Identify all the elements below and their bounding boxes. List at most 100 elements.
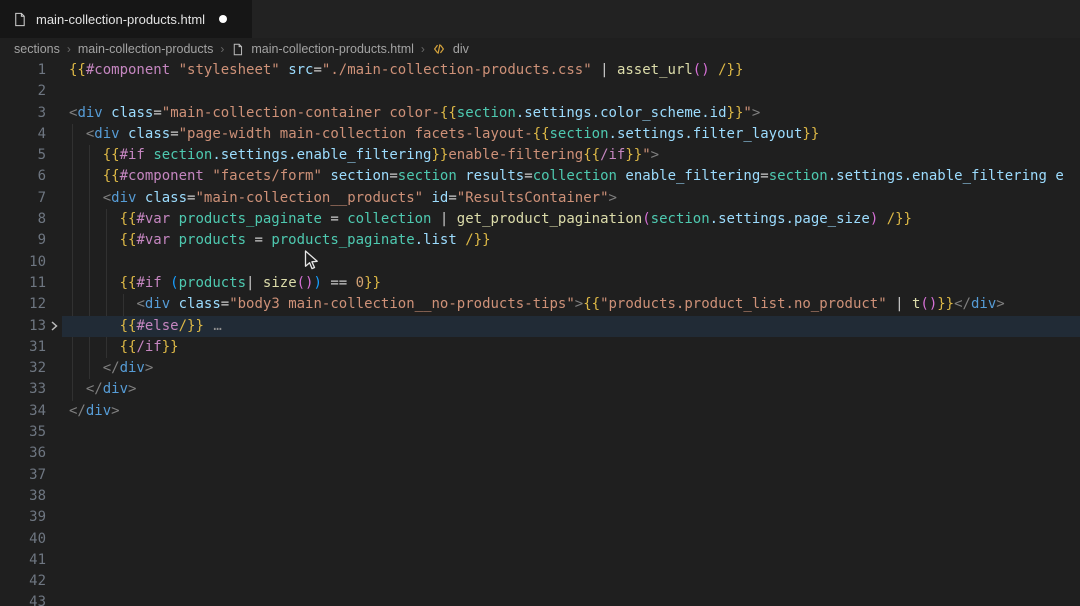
symbol-div-icon xyxy=(432,42,446,56)
code-editor[interactable]: 1 {{#component "stylesheet" src="./main-c… xyxy=(0,60,1080,606)
chevron-separator-icon: › xyxy=(420,42,426,56)
breadcrumb-item-folder[interactable]: main-collection-products xyxy=(78,42,213,56)
code-line[interactable]: {{#if section.settings.enable_filtering}… xyxy=(62,145,1080,166)
file-icon xyxy=(12,12,27,27)
editor-row: 6 {{#component "facets/form" section=sec… xyxy=(0,166,1080,187)
fold-gutter xyxy=(46,422,62,443)
code-line[interactable] xyxy=(62,81,1080,102)
fold-gutter xyxy=(46,358,62,379)
editor-row: 7 <div class="main-collection__products"… xyxy=(0,188,1080,209)
code-line[interactable] xyxy=(62,252,1080,273)
breadcrumb-item-div[interactable]: div xyxy=(453,42,469,56)
editor-row: 40 xyxy=(0,529,1080,550)
fold-chevron-icon[interactable] xyxy=(46,316,62,337)
line-number: 43 xyxy=(0,592,46,606)
fold-gutter xyxy=(46,103,62,124)
line-number: 32 xyxy=(0,358,46,379)
chevron-separator-icon: › xyxy=(219,42,225,56)
file-icon xyxy=(231,43,244,56)
fold-gutter xyxy=(46,166,62,187)
fold-gutter xyxy=(46,550,62,571)
line-number: 36 xyxy=(0,443,46,464)
line-number: 31 xyxy=(0,337,46,358)
line-number: 8 xyxy=(0,209,46,230)
line-number: 10 xyxy=(0,252,46,273)
line-number: 11 xyxy=(0,273,46,294)
fold-gutter xyxy=(46,294,62,315)
fold-gutter xyxy=(46,124,62,145)
code-line[interactable] xyxy=(62,550,1080,571)
code-line[interactable] xyxy=(62,443,1080,464)
code-line[interactable]: {{#component "stylesheet" src="./main-co… xyxy=(62,60,1080,81)
code-line[interactable]: <div class="main-collection-container co… xyxy=(62,103,1080,124)
editor-row: 35 xyxy=(0,422,1080,443)
line-number: 34 xyxy=(0,401,46,422)
modified-dot-icon[interactable] xyxy=(219,15,227,23)
fold-gutter xyxy=(46,252,62,273)
breadcrumb-item-sections[interactable]: sections xyxy=(14,42,60,56)
code-line[interactable] xyxy=(62,465,1080,486)
editor-row: 41 xyxy=(0,550,1080,571)
editor-row: 3<div class="main-collection-container c… xyxy=(0,103,1080,124)
code-line[interactable]: {{#if (products| size()) == 0}} xyxy=(62,273,1080,294)
fold-gutter xyxy=(46,401,62,422)
fold-gutter xyxy=(46,188,62,209)
editor-row: 43 xyxy=(0,592,1080,606)
fold-gutter xyxy=(46,571,62,592)
fold-gutter xyxy=(46,465,62,486)
line-number: 4 xyxy=(0,124,46,145)
code-line[interactable]: <div class="body3 main-collection__no-pr… xyxy=(62,294,1080,315)
fold-gutter xyxy=(46,273,62,294)
editor-row: 11 {{#if (products| size()) == 0}} xyxy=(0,273,1080,294)
code-line[interactable]: {{/if}} xyxy=(62,337,1080,358)
editor-row: 10 xyxy=(0,252,1080,273)
code-line[interactable] xyxy=(62,422,1080,443)
line-number: 5 xyxy=(0,145,46,166)
code-line[interactable]: </div> xyxy=(62,401,1080,422)
fold-gutter xyxy=(46,592,62,606)
editor-row: 39 xyxy=(0,507,1080,528)
line-number: 40 xyxy=(0,529,46,550)
fold-gutter xyxy=(46,230,62,251)
code-line[interactable]: <div class="main-collection__products" i… xyxy=(62,188,1080,209)
code-line[interactable] xyxy=(62,507,1080,528)
breadcrumb-item-file[interactable]: main-collection-products.html xyxy=(251,42,414,56)
code-line[interactable]: {{#component "facets/form" section=secti… xyxy=(62,166,1080,187)
fold-gutter xyxy=(46,486,62,507)
editor-row: 9 {{#var products = products_paginate.li… xyxy=(0,230,1080,251)
editor-row: 38 xyxy=(0,486,1080,507)
line-number: 9 xyxy=(0,230,46,251)
editor-row: 34 </div> xyxy=(0,401,1080,422)
code-line[interactable]: {{#else/}} … xyxy=(62,316,1080,337)
editor-row: 5 {{#if section.settings.enable_filterin… xyxy=(0,145,1080,166)
fold-gutter xyxy=(46,529,62,550)
fold-gutter xyxy=(46,443,62,464)
line-number: 2 xyxy=(0,81,46,102)
editor-row: 37 xyxy=(0,465,1080,486)
line-number: 37 xyxy=(0,465,46,486)
code-line[interactable] xyxy=(62,486,1080,507)
code-line[interactable]: <div class="page-width main-collection f… xyxy=(62,124,1080,145)
code-line[interactable] xyxy=(62,571,1080,592)
line-number: 7 xyxy=(0,188,46,209)
code-line[interactable]: {{#var products = products_paginate.list… xyxy=(62,230,1080,251)
fold-gutter xyxy=(46,209,62,230)
line-number: 42 xyxy=(0,571,46,592)
line-number: 1 xyxy=(0,60,46,81)
editor-row: 13 {{#else/}} … xyxy=(0,316,1080,337)
editor-row: 2 xyxy=(0,81,1080,102)
code-line[interactable]: </div> xyxy=(62,379,1080,400)
code-line[interactable]: {{#var products_paginate = collection | … xyxy=(62,209,1080,230)
line-number: 39 xyxy=(0,507,46,528)
editor-row: 36 xyxy=(0,443,1080,464)
tab-main-collection-products[interactable]: main-collection-products.html xyxy=(0,0,252,38)
code-line[interactable]: </div> xyxy=(62,358,1080,379)
editor-row: 1 {{#component "stylesheet" src="./main-c… xyxy=(0,60,1080,81)
code-line[interactable] xyxy=(62,592,1080,606)
chevron-separator-icon: › xyxy=(66,42,72,56)
code-line[interactable] xyxy=(62,529,1080,550)
editor-row: 42 xyxy=(0,571,1080,592)
fold-gutter xyxy=(46,81,62,102)
line-number: 38 xyxy=(0,486,46,507)
editor-row: 4 <div class="page-width main-collection… xyxy=(0,124,1080,145)
